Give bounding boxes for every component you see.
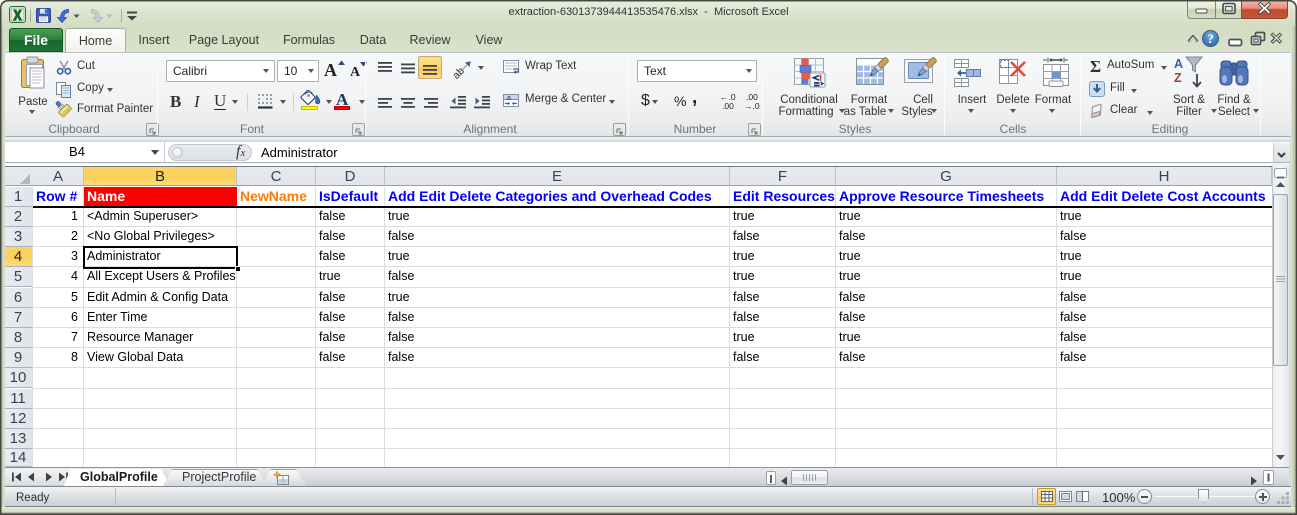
svg-text:Z: Z — [1174, 71, 1182, 85]
svg-text:.00: .00 — [722, 101, 734, 110]
svg-text:A: A — [1174, 57, 1183, 71]
svg-text:a: a — [507, 95, 511, 102]
svg-text:→.0: →.0 — [744, 101, 760, 110]
